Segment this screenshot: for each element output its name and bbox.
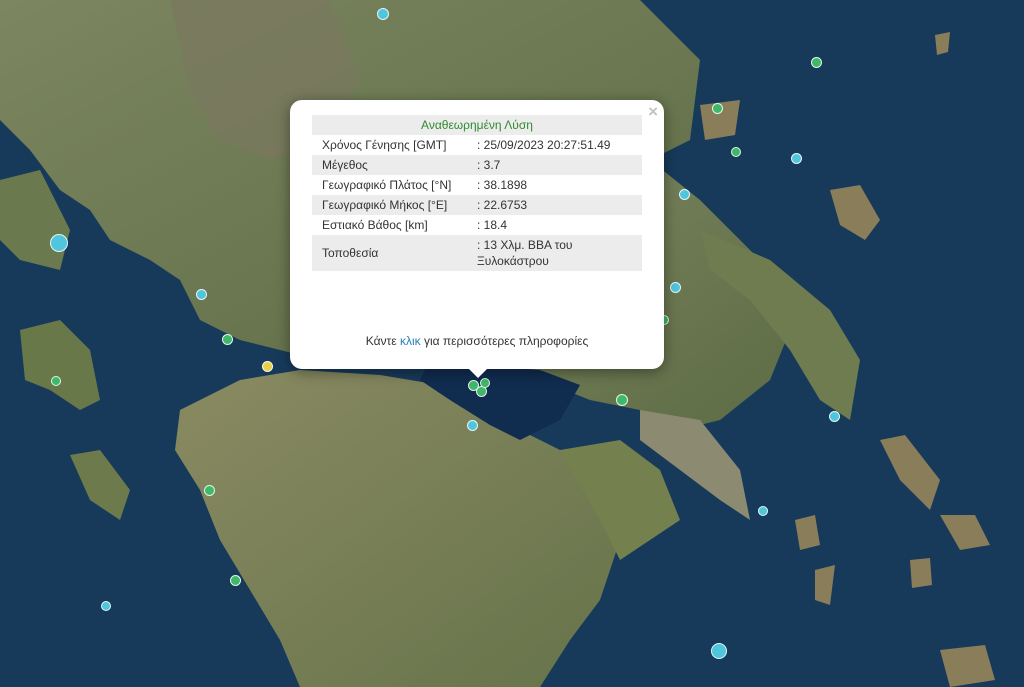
earthquake-marker[interactable] bbox=[262, 361, 273, 372]
table-row: Εστιακό Βάθος [km] : 18.4 bbox=[312, 215, 642, 235]
magnitude-value: : 3.7 bbox=[467, 155, 642, 175]
table-row: Γεωγραφικό Μήκος [°E] : 22.6753 bbox=[312, 195, 642, 215]
earthquake-marker[interactable] bbox=[758, 506, 768, 516]
more-info-prefix: Κάντε bbox=[365, 334, 400, 348]
longitude-value: : 22.6753 bbox=[467, 195, 642, 215]
earthquake-marker[interactable] bbox=[811, 57, 822, 68]
earthquake-marker[interactable] bbox=[670, 282, 681, 293]
earthquake-marker[interactable] bbox=[230, 575, 241, 586]
earthquake-marker[interactable] bbox=[222, 334, 233, 345]
table-row: Τοποθεσία : 13 Χλμ. ΒΒΑ του Ξυλοκάστρου bbox=[312, 235, 642, 271]
close-icon[interactable]: × bbox=[648, 103, 658, 120]
popup-tip bbox=[468, 368, 488, 378]
earthquake-info-popup: × Αναθεωρημένη Λύση Χρόνος Γένησης [GMT]… bbox=[290, 100, 664, 369]
magnitude-label: Μέγεθος bbox=[312, 155, 467, 175]
earthquake-marker[interactable] bbox=[480, 378, 490, 388]
location-value: : 13 Χλμ. ΒΒΑ του Ξυλοκάστρου bbox=[467, 235, 642, 271]
earthquake-marker[interactable] bbox=[712, 103, 723, 114]
table-row: Γεωγραφικό Πλάτος [°N] : 38.1898 bbox=[312, 175, 642, 195]
latitude-value: : 38.1898 bbox=[477, 178, 528, 192]
table-row: Χρόνος Γένησης [GMT] : 25/09/2023 20:27:… bbox=[312, 135, 642, 155]
more-info-suffix: για περισσότερες πληροφορίες bbox=[420, 334, 589, 348]
origin-time-value: : 25/09/2023 20:27:51.49 bbox=[477, 138, 611, 152]
map-view[interactable]: × Αναθεωρημένη Λύση Χρόνος Γένησης [GMT]… bbox=[0, 0, 1024, 687]
earthquake-marker[interactable] bbox=[196, 289, 207, 300]
earthquake-marker[interactable] bbox=[829, 411, 840, 422]
table-row: Μέγεθος : 3.7 bbox=[312, 155, 642, 175]
depth-label: Εστιακό Βάθος [km] bbox=[322, 218, 428, 232]
earthquake-marker[interactable] bbox=[204, 485, 215, 496]
depth-value: : 18.4 bbox=[477, 218, 508, 232]
earthquake-marker[interactable] bbox=[51, 376, 61, 386]
longitude-label: Γεωγραφικό Μήκος [°E] bbox=[312, 195, 467, 215]
popup-title: Αναθεωρημένη Λύση bbox=[312, 115, 642, 135]
earthquake-marker[interactable] bbox=[711, 643, 727, 659]
origin-time-label: Χρόνος Γένησης [GMT] bbox=[322, 138, 447, 152]
latitude-label: Γεωγραφικό Πλάτος [°N] bbox=[322, 178, 452, 192]
earthquake-marker[interactable] bbox=[101, 601, 111, 611]
info-table: Αναθεωρημένη Λύση Χρόνος Γένησης [GMT] :… bbox=[312, 115, 642, 271]
earthquake-marker[interactable] bbox=[467, 420, 478, 431]
more-info-link[interactable]: κλικ bbox=[400, 334, 421, 348]
earthquake-marker[interactable] bbox=[731, 147, 741, 157]
earthquake-marker[interactable] bbox=[377, 8, 389, 20]
earthquake-marker[interactable] bbox=[791, 153, 802, 164]
more-info-text: Κάντε κλικ για περισσότερες πληροφορίες bbox=[290, 334, 664, 348]
earthquake-marker[interactable] bbox=[616, 394, 628, 406]
earthquake-marker[interactable] bbox=[50, 234, 68, 252]
earthquake-marker[interactable] bbox=[679, 189, 690, 200]
location-label: Τοποθεσία bbox=[312, 235, 467, 271]
